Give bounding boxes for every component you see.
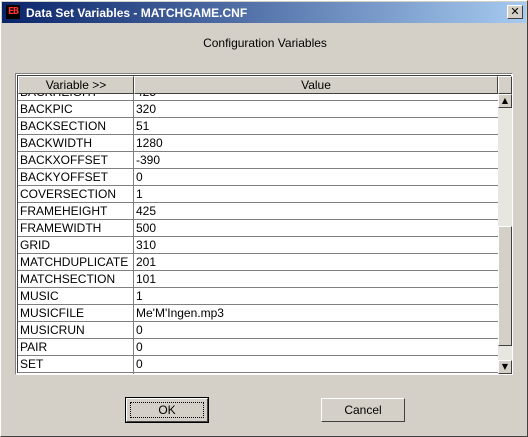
table-row[interactable]: FRAMEHEIGHT 425 [18,203,498,220]
table-row[interactable]: BACKYOFFSET 0 [18,169,498,186]
value-cell[interactable]: 0 [134,356,498,372]
app-icon: EB [6,5,20,19]
table-row[interactable]: BACKPIC 320 [18,101,498,118]
table-row[interactable]: MUSICRUN 0 [18,322,498,339]
table-row[interactable]: BACKSECTION 51 [18,118,498,135]
variable-cell[interactable]: BACKSECTION [18,118,134,134]
ok-button-label: OK [130,402,204,418]
variable-cell[interactable]: MATCHDUPLICATE [18,254,134,270]
table-row[interactable]: FRAMEWIDTH 500 [18,220,498,237]
cancel-button[interactable]: Cancel [321,398,405,422]
variable-cell[interactable]: MUSICFILE [18,305,134,321]
table-row[interactable]: MUSIC 1 [18,288,498,305]
value-cell[interactable]: -94 [134,373,498,374]
close-icon[interactable]: ✕ [507,5,523,19]
ok-button[interactable]: OK [125,397,209,423]
value-cell[interactable]: 1 [134,288,498,304]
vertical-scrollbar[interactable]: ▲ ▼ [498,94,512,374]
table-row[interactable]: MUSICFILE Me'M'Ingen.mp3 [18,305,498,322]
variables-grid: Variable >> Value BACKHEIGHT425BACKPIC32… [15,73,513,375]
table-row[interactable]: PAIR 0 [18,339,498,356]
section-heading: Configuration Variables [203,36,327,50]
value-cell[interactable]: 1280 [134,135,498,151]
table-row[interactable]: MATCHDUPLICATE 201 [18,254,498,271]
table-row[interactable]: BACKXOFFSET -390 [18,152,498,169]
value-cell[interactable]: Me'M'Ingen.mp3 [134,305,498,321]
value-cell[interactable]: 425 [134,94,498,100]
variable-cell[interactable]: BACKXOFFSET [18,152,134,168]
table-row[interactable]: BACKHEIGHT425 [18,94,498,101]
value-cell[interactable]: 51 [134,118,498,134]
variable-cell[interactable]: BACKWIDTH [18,135,134,151]
variable-cell[interactable]: BACKPIC [18,101,134,117]
variable-cell[interactable]: FRAMEHEIGHT [18,203,134,219]
variable-cell[interactable]: BACKHEIGHT [18,94,134,100]
header-corner [498,76,512,94]
variable-cell[interactable]: PAIR [18,339,134,355]
variable-cell[interactable]: MUSIC [18,288,134,304]
value-cell[interactable]: 201 [134,254,498,270]
table-row[interactable]: COVERSECTION 1 [18,186,498,203]
variable-cell[interactable]: SET [18,356,134,372]
table-row[interactable]: GRID 310 [18,237,498,254]
window-title: Data Set Variables - MATCHGAME.CNF [26,6,248,20]
table-row[interactable]: X-94 [18,373,498,374]
column-header-variable[interactable]: Variable >> [18,76,134,94]
table-row[interactable]: MATCHSECTION 101 [18,271,498,288]
scroll-down-icon[interactable]: ▼ [498,360,512,374]
grid-rows: BACKHEIGHT425BACKPIC320BACKSECTION51BACK… [18,94,498,374]
variable-cell[interactable]: X [18,373,134,374]
value-cell[interactable]: 0 [134,339,498,355]
value-cell[interactable]: 500 [134,220,498,236]
variable-cell[interactable]: MUSICRUN [18,322,134,338]
table-row[interactable]: SET 0 [18,356,498,373]
value-cell[interactable]: 425 [134,203,498,219]
title-bar[interactable]: EB Data Set Variables - MATCHGAME.CNF ✕ [2,2,526,23]
value-cell[interactable]: 320 [134,101,498,117]
value-cell[interactable]: 0 [134,322,498,338]
table-row[interactable]: BACKWIDTH 1280 [18,135,498,152]
dialog-window: EB Data Set Variables - MATCHGAME.CNF ✕ … [0,0,528,437]
variable-cell[interactable]: FRAMEWIDTH [18,220,134,236]
value-cell[interactable]: -390 [134,152,498,168]
variable-cell[interactable]: GRID [18,237,134,253]
variable-cell[interactable]: COVERSECTION [18,186,134,202]
value-cell[interactable]: 101 [134,271,498,287]
scroll-up-icon[interactable]: ▲ [498,94,512,108]
grid-rows-viewport: BACKHEIGHT425BACKPIC320BACKSECTION51BACK… [18,94,498,374]
value-cell[interactable]: 1 [134,186,498,202]
scroll-thumb[interactable] [498,226,512,346]
column-header-value[interactable]: Value [134,76,498,94]
value-cell[interactable]: 310 [134,237,498,253]
value-cell[interactable]: 0 [134,169,498,185]
variable-cell[interactable]: MATCHSECTION [18,271,134,287]
variable-cell[interactable]: BACKYOFFSET [18,169,134,185]
